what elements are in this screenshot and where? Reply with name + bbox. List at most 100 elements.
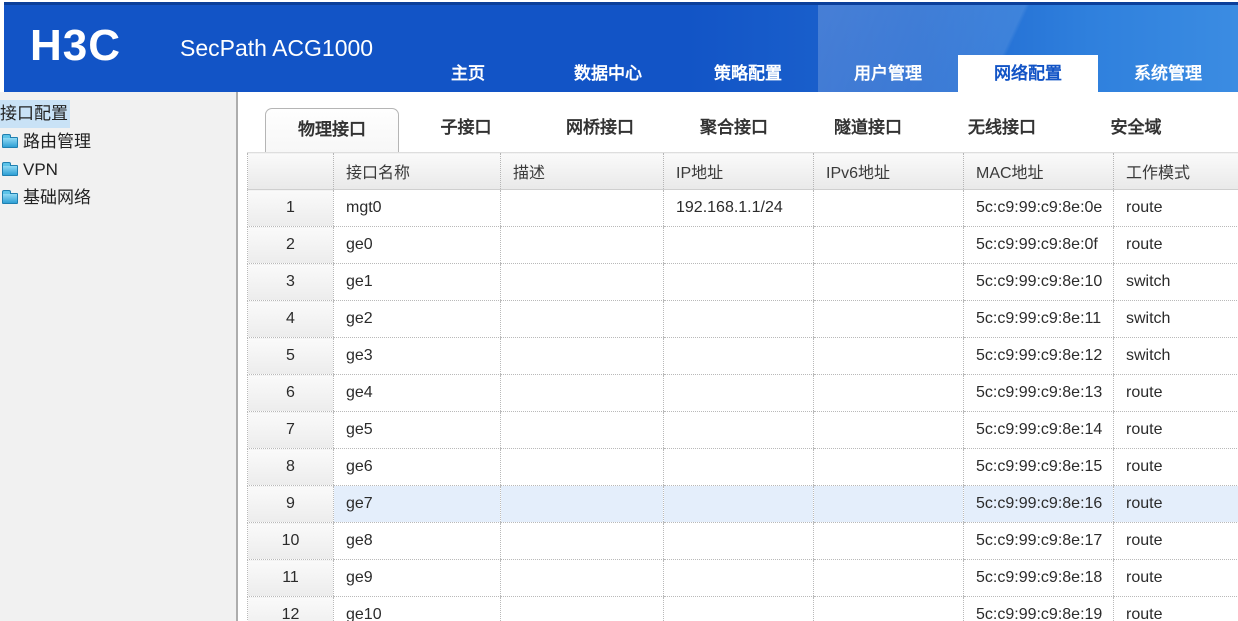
folder-icon	[2, 133, 18, 148]
nav-tab-home[interactable]: 主页	[398, 55, 538, 92]
page: H3C SecPath ACG1000 主页 数据中心 策略配置 用户管理 网络配置 系统…	[0, 0, 1238, 621]
table-row-ge7[interactable]: 9 ge7 5c:c9:99:c9:8e:16 route	[247, 485, 1238, 523]
sidebar-item-label: 接口配置	[0, 100, 70, 128]
cell-ipv6	[813, 522, 964, 560]
sidebar-item-route-management[interactable]: 路由管理	[0, 128, 236, 156]
main-content: 物理接口 子接口 网桥接口 聚合接口 隧道接口 无线接口 安全域 接口名称 描述 IP地址 IPv…	[238, 92, 1238, 621]
nav-tab-system-management[interactable]: 系统管理	[1098, 55, 1238, 92]
sidebar: 接口配置 路由管理 VPN 基础网络	[0, 92, 236, 621]
cell-desc	[500, 448, 664, 486]
interface-type-tabs: 物理接口 子接口 网桥接口 聚合接口 隧道接口 无线接口 安全域	[238, 104, 1238, 152]
cell-ipv6	[813, 596, 964, 621]
table-row-ge5[interactable]: 7 ge5 5c:c9:99:c9:8e:14 route	[247, 411, 1238, 449]
cell-mode: route	[1113, 559, 1238, 597]
cell-mode: switch	[1113, 300, 1238, 338]
cell-mode: route	[1113, 596, 1238, 621]
cell-ip	[663, 596, 814, 621]
tab-physical-interface[interactable]: 物理接口	[265, 108, 399, 152]
cell-mode: route	[1113, 226, 1238, 264]
tab-aggregate-interface[interactable]: 聚合接口	[667, 108, 801, 152]
cell-ip	[663, 559, 814, 597]
cell-mac: 5c:c9:99:c9:8e:18	[963, 559, 1114, 597]
cell-mode: route	[1113, 522, 1238, 560]
cell-ipv6	[813, 226, 964, 264]
cell-name: mgt0	[333, 189, 501, 227]
cell-ip	[663, 374, 814, 412]
tab-tunnel-interface[interactable]: 隧道接口	[801, 108, 935, 152]
cell-row-number: 8	[247, 448, 334, 486]
nav-tab-policy-config[interactable]: 策略配置	[678, 55, 818, 92]
interface-table-body: 1 mgt0 192.168.1.1/24 5c:c9:99:c9:8e:0e rout…	[247, 189, 1238, 621]
table-row-ge1[interactable]: 3 ge1 5c:c9:99:c9:8e:10 switch	[247, 263, 1238, 301]
cell-name: ge3	[333, 337, 501, 375]
column-header-2: 描述	[500, 152, 664, 190]
column-header-3: IP地址	[663, 152, 814, 190]
cell-mac: 5c:c9:99:c9:8e:0e	[963, 189, 1114, 227]
cell-desc	[500, 263, 664, 301]
cell-ip	[663, 485, 814, 523]
tab-wireless-interface[interactable]: 无线接口	[935, 108, 1069, 152]
interface-table-header: 接口名称 描述 IP地址 IPv6地址 MAC地址 工作模式	[247, 152, 1238, 190]
cell-desc	[500, 411, 664, 449]
table-row-ge4[interactable]: 6 ge4 5c:c9:99:c9:8e:13 route	[247, 374, 1238, 412]
column-header-6: 工作模式	[1113, 152, 1238, 190]
table-row-ge6[interactable]: 8 ge6 5c:c9:99:c9:8e:15 route	[247, 448, 1238, 486]
cell-mac: 5c:c9:99:c9:8e:16	[963, 485, 1114, 523]
cell-desc	[500, 300, 664, 338]
cell-mode: route	[1113, 189, 1238, 227]
column-header-0	[247, 152, 334, 190]
cell-desc	[500, 485, 664, 523]
cell-mac: 5c:c9:99:c9:8e:15	[963, 448, 1114, 486]
cell-name: ge8	[333, 522, 501, 560]
cell-row-number: 12	[247, 596, 334, 621]
cell-name: ge2	[333, 300, 501, 338]
nav-tab-network-config[interactable]: 网络配置	[958, 55, 1098, 92]
cell-ip	[663, 411, 814, 449]
cell-desc	[500, 374, 664, 412]
sidebar-item-interface-config[interactable]: 接口配置	[0, 100, 236, 128]
body-wrap: 接口配置 路由管理 VPN 基础网络 物理接口 子接口 网桥接口 聚合接口 隧道接口 无线接口安…	[0, 92, 1238, 621]
tab-sub-interface[interactable]: 子接口	[399, 108, 533, 152]
cell-ip	[663, 522, 814, 560]
cell-ipv6	[813, 448, 964, 486]
interface-table: 接口名称 描述 IP地址 IPv6地址 MAC地址 工作模式 1 mgt0 192.168.1…	[247, 152, 1238, 621]
sidebar-item-basic-network[interactable]: 基础网络	[0, 184, 236, 212]
cell-mode: switch	[1113, 263, 1238, 301]
cell-desc	[500, 596, 664, 621]
cell-ip: 192.168.1.1/24	[663, 189, 814, 227]
cell-row-number: 1	[247, 189, 334, 227]
cell-name: ge4	[333, 374, 501, 412]
cell-mode: route	[1113, 374, 1238, 412]
cell-desc	[500, 522, 664, 560]
cell-row-number: 11	[247, 559, 334, 597]
tab-security-zone[interactable]: 安全域	[1069, 108, 1203, 152]
nav-tab-data-center[interactable]: 数据中心	[538, 55, 678, 92]
cell-row-number: 9	[247, 485, 334, 523]
tab-bridge-interface[interactable]: 网桥接口	[533, 108, 667, 152]
cell-ip	[663, 226, 814, 264]
cell-row-number: 6	[247, 374, 334, 412]
cell-ipv6	[813, 374, 964, 412]
table-row-ge8[interactable]: 10 ge8 5c:c9:99:c9:8e:17 route	[247, 522, 1238, 560]
cell-mode: route	[1113, 485, 1238, 523]
product-title: SecPath ACG1000	[180, 35, 374, 61]
cell-ipv6	[813, 411, 964, 449]
cell-row-number: 7	[247, 411, 334, 449]
table-row-ge0[interactable]: 2 ge0 5c:c9:99:c9:8e:0f route	[247, 226, 1238, 264]
folder-icon	[2, 161, 18, 176]
cell-name: ge7	[333, 485, 501, 523]
table-row-ge3[interactable]: 5 ge3 5c:c9:99:c9:8e:12 switch	[247, 337, 1238, 375]
cell-ipv6	[813, 189, 964, 227]
table-row-ge10[interactable]: 12 ge10 5c:c9:99:c9:8e:19 route	[247, 596, 1238, 621]
table-row-ge2[interactable]: 4 ge2 5c:c9:99:c9:8e:11 switch	[247, 300, 1238, 338]
cell-desc	[500, 337, 664, 375]
sidebar-item-label: VPN	[23, 160, 58, 179]
sidebar-item-label: 基础网络	[23, 188, 91, 207]
cell-desc	[500, 189, 664, 227]
sidebar-item-vpn[interactable]: VPN	[0, 156, 236, 184]
cell-row-number: 2	[247, 226, 334, 264]
nav-tab-user-management[interactable]: 用户管理	[818, 55, 958, 92]
table-row-mgt0[interactable]: 1 mgt0 192.168.1.1/24 5c:c9:99:c9:8e:0e rout…	[247, 189, 1238, 227]
cell-mac: 5c:c9:99:c9:8e:11	[963, 300, 1114, 338]
table-row-ge9[interactable]: 11 ge9 5c:c9:99:c9:8e:18 route	[247, 559, 1238, 597]
